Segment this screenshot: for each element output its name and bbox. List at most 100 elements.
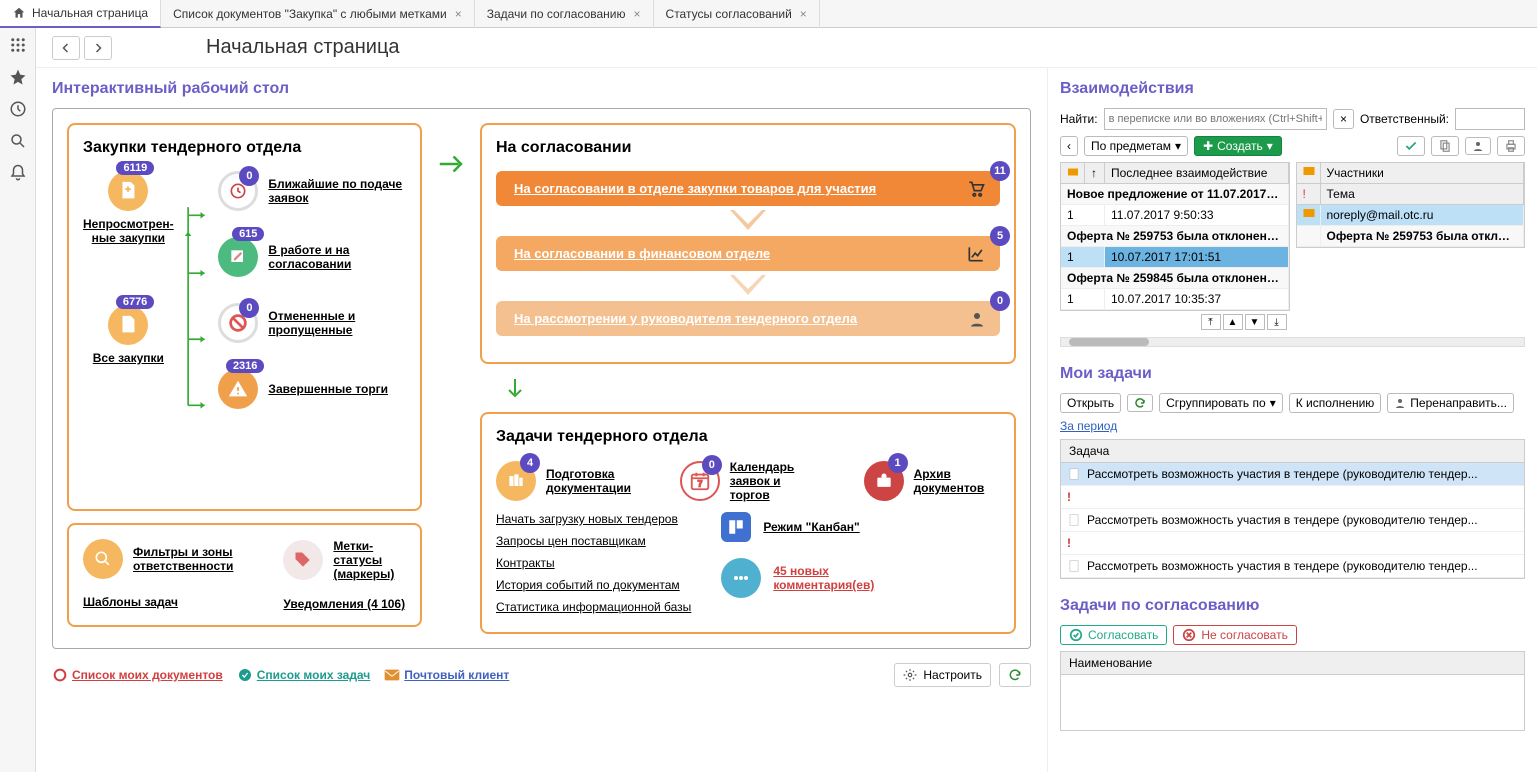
nav-forward-button[interactable] [84, 36, 112, 60]
circle-check-icon [237, 667, 253, 683]
cancelled-link[interactable]: Отмененные и пропущенные [268, 309, 406, 337]
tool-link[interactable]: История событий по документам [496, 578, 691, 592]
star-icon[interactable] [9, 68, 27, 86]
page-up[interactable]: ▲ [1223, 314, 1243, 330]
notifications-link[interactable]: Уведомления (4 106) [283, 597, 406, 611]
open-button[interactable]: Открыть [1060, 393, 1121, 413]
create-button[interactable]: ✚ Создать ▾ [1194, 136, 1282, 156]
apps-icon[interactable] [9, 36, 27, 54]
magnifier-icon [93, 549, 113, 569]
responsible-input[interactable] [1455, 108, 1525, 130]
grid-row[interactable]: Новое предложение от 11.07.2017 (Вх... [1061, 184, 1289, 205]
clock-icon[interactable]: 0 [218, 171, 258, 211]
nav-back-button[interactable] [52, 36, 80, 60]
task-row[interactable]: Рассмотреть возможность участия в тендер… [1061, 463, 1524, 486]
docs-icon[interactable]: 4 [496, 461, 536, 501]
tool-link[interactable]: Запросы цен поставщикам [496, 534, 691, 548]
alert-icon: ! [1067, 536, 1071, 550]
grid-row[interactable]: 1 11.07.2017 9:50:33 [1061, 205, 1289, 226]
comments-icon[interactable] [721, 558, 761, 598]
page-last[interactable]: ⤓ [1267, 314, 1287, 330]
grid-row[interactable]: noreply@mail.otc.ru [1297, 205, 1525, 226]
close-icon[interactable]: × [634, 7, 641, 21]
task-list[interactable]: Задача Рассмотреть возможность участия в… [1060, 439, 1525, 579]
inwork-link[interactable]: В работе и на согласовании [268, 243, 406, 271]
h-scrollbar[interactable] [1060, 337, 1525, 347]
calendar-link[interactable]: Календарь заявок и торгов [730, 460, 824, 502]
collapse-button[interactable]: ‹ [1060, 136, 1078, 156]
archive-icon[interactable]: 1 [864, 461, 904, 501]
section-title: Взаимодействия [1060, 80, 1525, 98]
search-icon[interactable] [9, 132, 27, 150]
kanban-link[interactable]: Режим "Канбан" [763, 520, 859, 534]
labels-link[interactable]: Метки-статусы (маркеры) [333, 539, 406, 581]
groupby-button[interactable]: Сгруппировать по ▾ [1159, 393, 1283, 413]
filters-link[interactable]: Фильтры и зоны ответственности [133, 545, 233, 573]
reject-button[interactable]: Не согласовать [1173, 625, 1296, 645]
refresh-button[interactable] [1127, 394, 1153, 412]
period-link[interactable]: За период [1060, 419, 1117, 433]
task-row[interactable]: Рассмотреть возможность участия в тендер… [1061, 509, 1524, 532]
mail-link[interactable]: Почтовый клиент [404, 668, 509, 682]
copy-button[interactable] [1431, 136, 1459, 156]
tag-icon[interactable] [283, 540, 323, 580]
tab-approval-statuses[interactable]: Статусы согласований × [654, 0, 820, 28]
approve-button[interactable]: Согласовать [1060, 625, 1167, 645]
approval-list[interactable]: Наименование [1060, 651, 1525, 731]
filter-icon[interactable] [83, 539, 123, 579]
archive-link[interactable]: Архив документов [914, 467, 1000, 495]
approval-step-3[interactable]: На рассмотрении у руководителя тендерног… [496, 301, 1000, 336]
mydocs-link[interactable]: Список моих документов [72, 668, 223, 682]
close-icon[interactable]: × [455, 7, 462, 21]
tab-home[interactable]: Начальная страница [0, 0, 161, 28]
page-down[interactable]: ▼ [1245, 314, 1265, 330]
grid-row[interactable]: Оферта № 259753 была отклон... [1297, 226, 1525, 247]
tool-link[interactable]: Начать загрузку новых тендеров [496, 512, 691, 526]
approval-step-2[interactable]: На согласовании в финансовом отделе 5 [496, 236, 1000, 271]
mytasks-link[interactable]: Список моих задач [257, 668, 371, 682]
close-icon[interactable]: × [800, 7, 807, 21]
all-purchases-icon[interactable]: 6776 [108, 305, 148, 345]
configure-button[interactable]: Настроить [894, 663, 991, 687]
unseen-purchases-icon[interactable]: 6119 [108, 171, 148, 211]
tab-approval-tasks[interactable]: Задачи по согласованию × [475, 0, 654, 28]
search-clear-button[interactable]: × [1333, 109, 1354, 129]
interactions-grid-left[interactable]: ↑ Последнее взаимодействие Новое предлож… [1060, 162, 1290, 311]
completed-icon[interactable]: 2316 [218, 369, 258, 409]
redirect-button[interactable]: Перенаправить... [1387, 393, 1514, 413]
grid-row[interactable]: 1 10.07.2017 17:01:51 [1061, 247, 1289, 268]
approval-step-1[interactable]: На согласовании в отделе закупки товаров… [496, 171, 1000, 206]
prep-docs-link[interactable]: Подготовка документации [546, 467, 640, 495]
calendar-icon[interactable]: 7 0 [680, 461, 720, 501]
by-subject-dropdown[interactable]: По предметам ▾ [1084, 136, 1188, 156]
grid-row[interactable]: 1 10.07.2017 10:35:37 [1061, 289, 1289, 310]
grid-row[interactable]: Оферта № 259753 была отклонена от ... [1061, 226, 1289, 247]
inwork-icon[interactable]: 615 [218, 237, 258, 277]
kanban-icon[interactable] [721, 512, 751, 542]
templates-link[interactable]: Шаблоны задач [83, 595, 233, 609]
print-button[interactable] [1497, 136, 1525, 156]
tool-link[interactable]: Контракты [496, 556, 691, 570]
history-icon[interactable] [9, 100, 27, 118]
chart-icon [966, 244, 986, 264]
upcoming-link[interactable]: Ближайшие по подаче заявок [268, 177, 406, 205]
bell-icon[interactable] [9, 164, 27, 182]
all-purchases-link[interactable]: Все закупки [93, 351, 164, 365]
cancelled-icon[interactable]: 0 [218, 303, 258, 343]
user-button[interactable] [1465, 137, 1491, 155]
tool-link[interactable]: Статистика информационной базы [496, 600, 691, 614]
grid-row[interactable]: Оферта № 259845 была отклонена от ... [1061, 268, 1289, 289]
unseen-purchases-link[interactable]: Непросмотрен- ные закупки [83, 217, 174, 245]
task-row[interactable]: Рассмотреть возможность участия в тендер… [1061, 555, 1524, 578]
badge-count: 2316 [226, 359, 264, 373]
search-input[interactable] [1104, 108, 1327, 130]
completed-link[interactable]: Завершенные торги [268, 382, 388, 396]
refresh-button[interactable] [999, 663, 1031, 687]
due-button[interactable]: К исполнению [1289, 393, 1382, 413]
page-first[interactable]: ⤒ [1201, 314, 1221, 330]
comments-link[interactable]: 45 новых комментария(ев) [773, 564, 893, 592]
footer-links: Список моих документов Список моих задач… [52, 663, 1031, 687]
interactions-grid-right[interactable]: Участники ! Тема noreply@mail.otc.ru [1296, 162, 1526, 248]
approve-icon-button[interactable] [1397, 136, 1425, 156]
tab-doclist[interactable]: Список документов "Закупка" с любыми мет… [161, 0, 475, 28]
